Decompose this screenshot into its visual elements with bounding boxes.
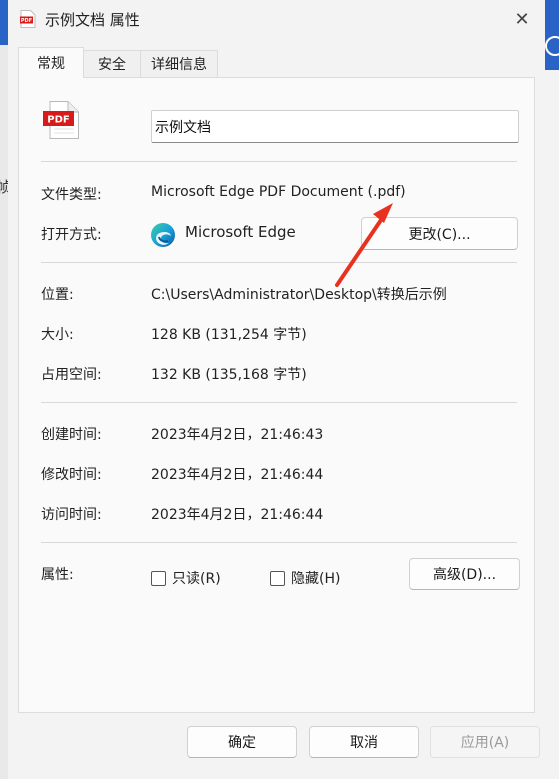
apply-button[interactable]: 应用(A): [430, 726, 540, 758]
cancel-button[interactable]: 取消: [309, 726, 419, 758]
change-button[interactable]: 更改(C)...: [361, 217, 518, 250]
size-value: 128 KB (131,254 字节): [151, 327, 307, 343]
tab-label: 安全: [98, 57, 126, 73]
accessed-label: 访问时间:: [41, 507, 102, 523]
hidden-checkbox[interactable]: 隐藏(H): [270, 568, 340, 588]
close-icon: ✕: [514, 8, 530, 30]
attributes-label: 属性:: [41, 567, 74, 583]
window-title: 示例文档 属性: [45, 11, 140, 29]
opens-with-app-name: Microsoft Edge: [185, 223, 296, 241]
background-window-left: 帧: [0, 0, 11, 779]
general-tab-panel: PDF 文件类型: Microsoft Edge PDF Document (.…: [18, 77, 535, 713]
button-label: 应用(A): [460, 735, 510, 751]
checkbox-box[interactable]: [151, 570, 166, 586]
size-label: 大小:: [41, 327, 74, 343]
button-label: 更改(C)...: [408, 226, 471, 243]
tab-label: 详细信息: [151, 57, 207, 73]
advanced-button[interactable]: 高级(D)...: [409, 558, 520, 590]
location-label: 位置:: [41, 287, 74, 303]
size-on-disk-label: 占用空间:: [41, 367, 102, 383]
pdf-file-icon: PDF: [20, 10, 36, 28]
divider: [41, 262, 517, 263]
checkbox-box[interactable]: [270, 570, 285, 586]
file-type-label: 文件类型:: [41, 187, 102, 203]
button-label: 确定: [228, 735, 256, 751]
created-label: 创建时间:: [41, 427, 102, 443]
tab-label: 常规: [37, 56, 65, 72]
divider: [41, 542, 517, 543]
tab-general[interactable]: 常规: [18, 47, 84, 78]
file-type-value: Microsoft Edge PDF Document (.pdf): [151, 184, 406, 200]
background-icon: [545, 36, 559, 56]
opens-with-label: 打开方式:: [41, 227, 102, 243]
size-on-disk-value: 132 KB (135,168 字节): [151, 367, 307, 383]
modified-value: 2023年4月2日，21:46:44: [151, 467, 324, 483]
pdf-document-icon: PDF: [43, 101, 79, 139]
ok-button[interactable]: 确定: [187, 726, 297, 758]
created-value: 2023年4月2日，21:46:43: [151, 427, 324, 443]
file-name-input[interactable]: [151, 110, 519, 143]
pdf-badge-text: PDF: [47, 115, 69, 126]
tab-security[interactable]: 安全: [83, 50, 141, 77]
background-accent: [0, 0, 8, 45]
readonly-checkbox[interactable]: 只读(R): [151, 568, 221, 588]
modified-label: 修改时间:: [41, 467, 102, 483]
microsoft-edge-icon: [151, 223, 175, 247]
button-label: 高级(D)...: [432, 567, 497, 583]
accessed-value: 2023年4月2日，21:46:44: [151, 507, 324, 523]
close-button[interactable]: ✕: [499, 2, 545, 36]
checkbox-label: 只读(R): [172, 571, 221, 587]
location-value: C:\Users\Administrator\Desktop\转换后示例: [151, 287, 447, 303]
background-window-right: [545, 0, 559, 70]
button-label: 取消: [350, 735, 378, 751]
title-bar[interactable]: PDF 示例文档 属性 ✕: [8, 0, 545, 38]
tab-details[interactable]: 详细信息: [140, 50, 218, 77]
properties-dialog: PDF 示例文档 属性 ✕ 常规 安全 详细信息 PDF 文件类型: Micro…: [8, 0, 545, 779]
checkbox-label: 隐藏(H): [291, 571, 341, 587]
svg-text:PDF: PDF: [21, 18, 32, 24]
divider: [41, 402, 517, 403]
divider: [41, 161, 517, 162]
